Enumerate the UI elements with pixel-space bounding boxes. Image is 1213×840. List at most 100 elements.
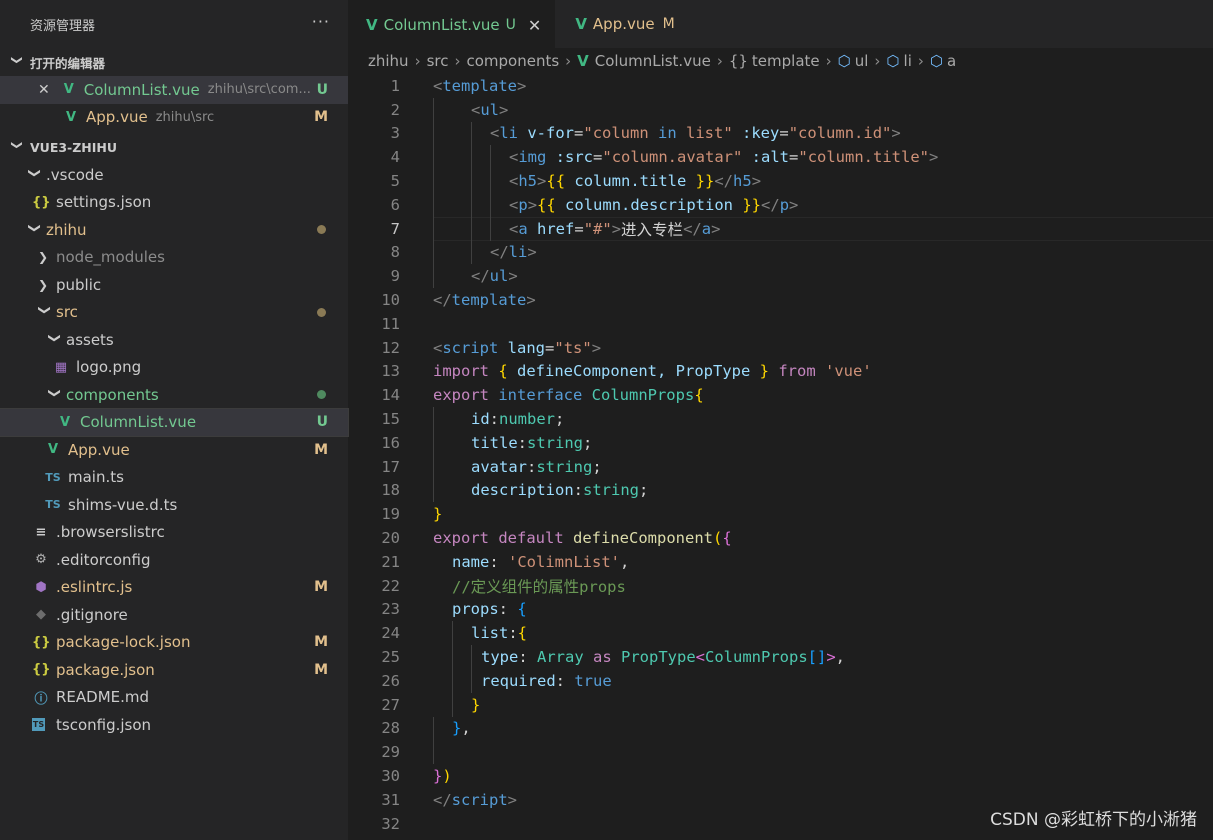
code-text: required: true: [433, 668, 612, 693]
chevron-down-icon: ❯: [48, 332, 62, 343]
tree-file-settings[interactable]: {} settings.json: [0, 189, 348, 217]
line-number: 23: [381, 600, 400, 619]
code-text: < script lang = "ts" >: [433, 338, 602, 357]
breadcrumb-item[interactable]: template: [752, 52, 820, 70]
tree-file-eslintrc[interactable]: ⬢ .eslintrc.js M: [0, 574, 348, 602]
element-icon: ⬡: [886, 52, 900, 70]
breadcrumb-item[interactable]: ColumnList.vue: [595, 52, 711, 70]
open-editor-columnlist[interactable]: ✕ V ColumnList.vue zhihu\src\com... U: [0, 76, 348, 104]
breadcrumb-item[interactable]: li: [904, 52, 912, 70]
chevron-right-icon: ›: [565, 52, 572, 70]
open-editors-header[interactable]: ❯ 打开的编辑器: [0, 48, 348, 76]
code-text: description: string;: [433, 478, 648, 503]
more-actions-icon[interactable]: ···: [312, 12, 330, 31]
tree-file-main[interactable]: TS main.ts: [0, 464, 348, 492]
close-icon[interactable]: ✕: [38, 82, 50, 98]
tree-folder-vscode[interactable]: ❯ .vscode: [0, 161, 348, 189]
code-text: </li >: [433, 240, 537, 265]
project-header[interactable]: ❯ VUE3-ZHIHU: [0, 133, 348, 161]
code-text: import { defineComponent, PropType } fro…: [433, 362, 872, 381]
open-editor-path: zhihu\src\com...: [207, 82, 311, 98]
modified-dot: [317, 307, 326, 317]
tree-file-shims[interactable]: TS shims-vue.d.ts: [0, 491, 348, 519]
code-text: export default defineComponent({: [433, 529, 732, 548]
tree-item-label: shims-vue.d.ts: [68, 495, 178, 514]
close-icon[interactable]: ✕: [528, 16, 541, 35]
modified-dot: [317, 225, 326, 235]
tree-folder-src[interactable]: ❯ src: [0, 299, 348, 327]
code-line: 26 required: true: [348, 668, 1213, 693]
tree-file-readme[interactable]: ⓘ README.md: [0, 684, 348, 712]
tree-file-gitignore[interactable]: ◆ .gitignore: [0, 601, 348, 629]
breadcrumb-item[interactable]: zhihu: [368, 52, 409, 70]
tree-file-appvue[interactable]: V App.vue M: [0, 436, 348, 464]
tree-folder-node-modules[interactable]: ❯ node_modules: [0, 244, 348, 272]
tab-label: ColumnList.vue: [383, 16, 500, 34]
line-number: 11: [381, 314, 400, 333]
tree-file-browserslist[interactable]: ≡ .browserslistrc: [0, 519, 348, 547]
line-number: 29: [381, 743, 400, 762]
tab-label: App.vue: [592, 15, 655, 33]
code-text: </template >: [433, 291, 536, 310]
breadcrumb-item[interactable]: components: [466, 52, 559, 70]
code-line: 16 title: string;: [348, 430, 1213, 455]
tree-file-package[interactable]: {} package.json M: [0, 656, 348, 684]
breadcrumb-item[interactable]: src: [427, 52, 449, 70]
tree-item-label: src: [56, 303, 78, 322]
vue-file-icon: V: [65, 109, 77, 125]
code-editor[interactable]: 1 < template > 2 < ul > 3 < li v-for = "column in …: [348, 74, 1213, 840]
code-text: < p >{{ column.description }} </p >: [433, 192, 798, 217]
code-line: 4 < img :src = "column.avatar" :alt = "column.…: [348, 145, 1213, 170]
code-text: title: string;: [433, 430, 592, 455]
line-number: 18: [381, 481, 400, 500]
chevron-down-icon: ❯: [28, 167, 42, 178]
line-number: 32: [381, 814, 400, 833]
tab-appvue[interactable]: V App.vue M: [555, 0, 688, 48]
code-line: 17 avatar: string;: [348, 454, 1213, 479]
code-line-current: 7 < a href = "#" > 进入专栏 </a >: [348, 216, 1213, 241]
line-number: 9: [390, 267, 400, 286]
line-number: 28: [381, 719, 400, 738]
tree-item-label: ColumnList.vue: [80, 413, 197, 432]
code-text: }): [433, 767, 452, 785]
explorer-title-text: 资源管理器: [30, 18, 96, 34]
git-status-badge: M: [314, 109, 328, 126]
line-number: 31: [381, 790, 400, 809]
tree-folder-assets[interactable]: ❯ assets: [0, 326, 348, 354]
tree-file-package-lock[interactable]: {} package-lock.json M: [0, 629, 348, 657]
tree-file-columnlist[interactable]: V ColumnList.vue U: [0, 407, 349, 437]
tree-folder-components[interactable]: ❯ components: [0, 381, 348, 409]
breadcrumb-item[interactable]: a: [947, 52, 956, 70]
code-text: type: Array as PropType < ColumnProps[] >,: [433, 645, 845, 669]
code-text: list:{: [433, 621, 527, 646]
line-number: 20: [381, 529, 400, 548]
tree-file-tsconfig[interactable]: TS tsconfig.json: [0, 711, 348, 739]
chevron-down-icon: ❯: [38, 305, 52, 316]
line-number: 17: [381, 457, 400, 476]
code-line: 9 </ul >: [348, 264, 1213, 289]
explorer-sidebar: 资源管理器 ··· ❯ 打开的编辑器 ✕ V ColumnList.vue zh…: [0, 0, 349, 840]
git-status-badge: M: [314, 441, 328, 458]
line-number: 3: [390, 124, 400, 143]
tree-item-label: logo.png: [76, 358, 142, 377]
breadcrumb-item[interactable]: ul: [855, 52, 869, 70]
code-line: 27}: [348, 692, 1213, 717]
tree-file-editorconfig[interactable]: ⚙ .editorconfig: [0, 546, 348, 574]
tree-folder-zhihu[interactable]: ❯ zhihu: [0, 216, 348, 244]
chevron-right-icon: ›: [874, 52, 881, 70]
code-text: id: number;: [433, 407, 564, 431]
code-text: avatar: string;: [433, 454, 602, 479]
element-icon: ⬡: [929, 52, 943, 70]
tree-file-logo[interactable]: ▦ logo.png: [0, 354, 348, 382]
code-text: < li v-for = "column in list" :key = "column.…: [433, 121, 901, 146]
open-editor-appvue[interactable]: V App.vue zhihu\src M: [0, 104, 348, 132]
chevron-right-icon: ›: [414, 52, 421, 70]
typescript-file-icon: TS: [45, 498, 61, 512]
tab-columnlist[interactable]: V ColumnList.vue U ✕: [348, 0, 556, 49]
open-editor-filename: ColumnList.vue: [83, 80, 200, 99]
code-line: 2 < ul >: [348, 97, 1213, 122]
tree-folder-public[interactable]: ❯ public: [0, 271, 348, 299]
line-number: 12: [381, 338, 400, 357]
chevron-down-icon: ❯: [48, 387, 62, 398]
code-line: 8 </li >: [348, 240, 1213, 265]
